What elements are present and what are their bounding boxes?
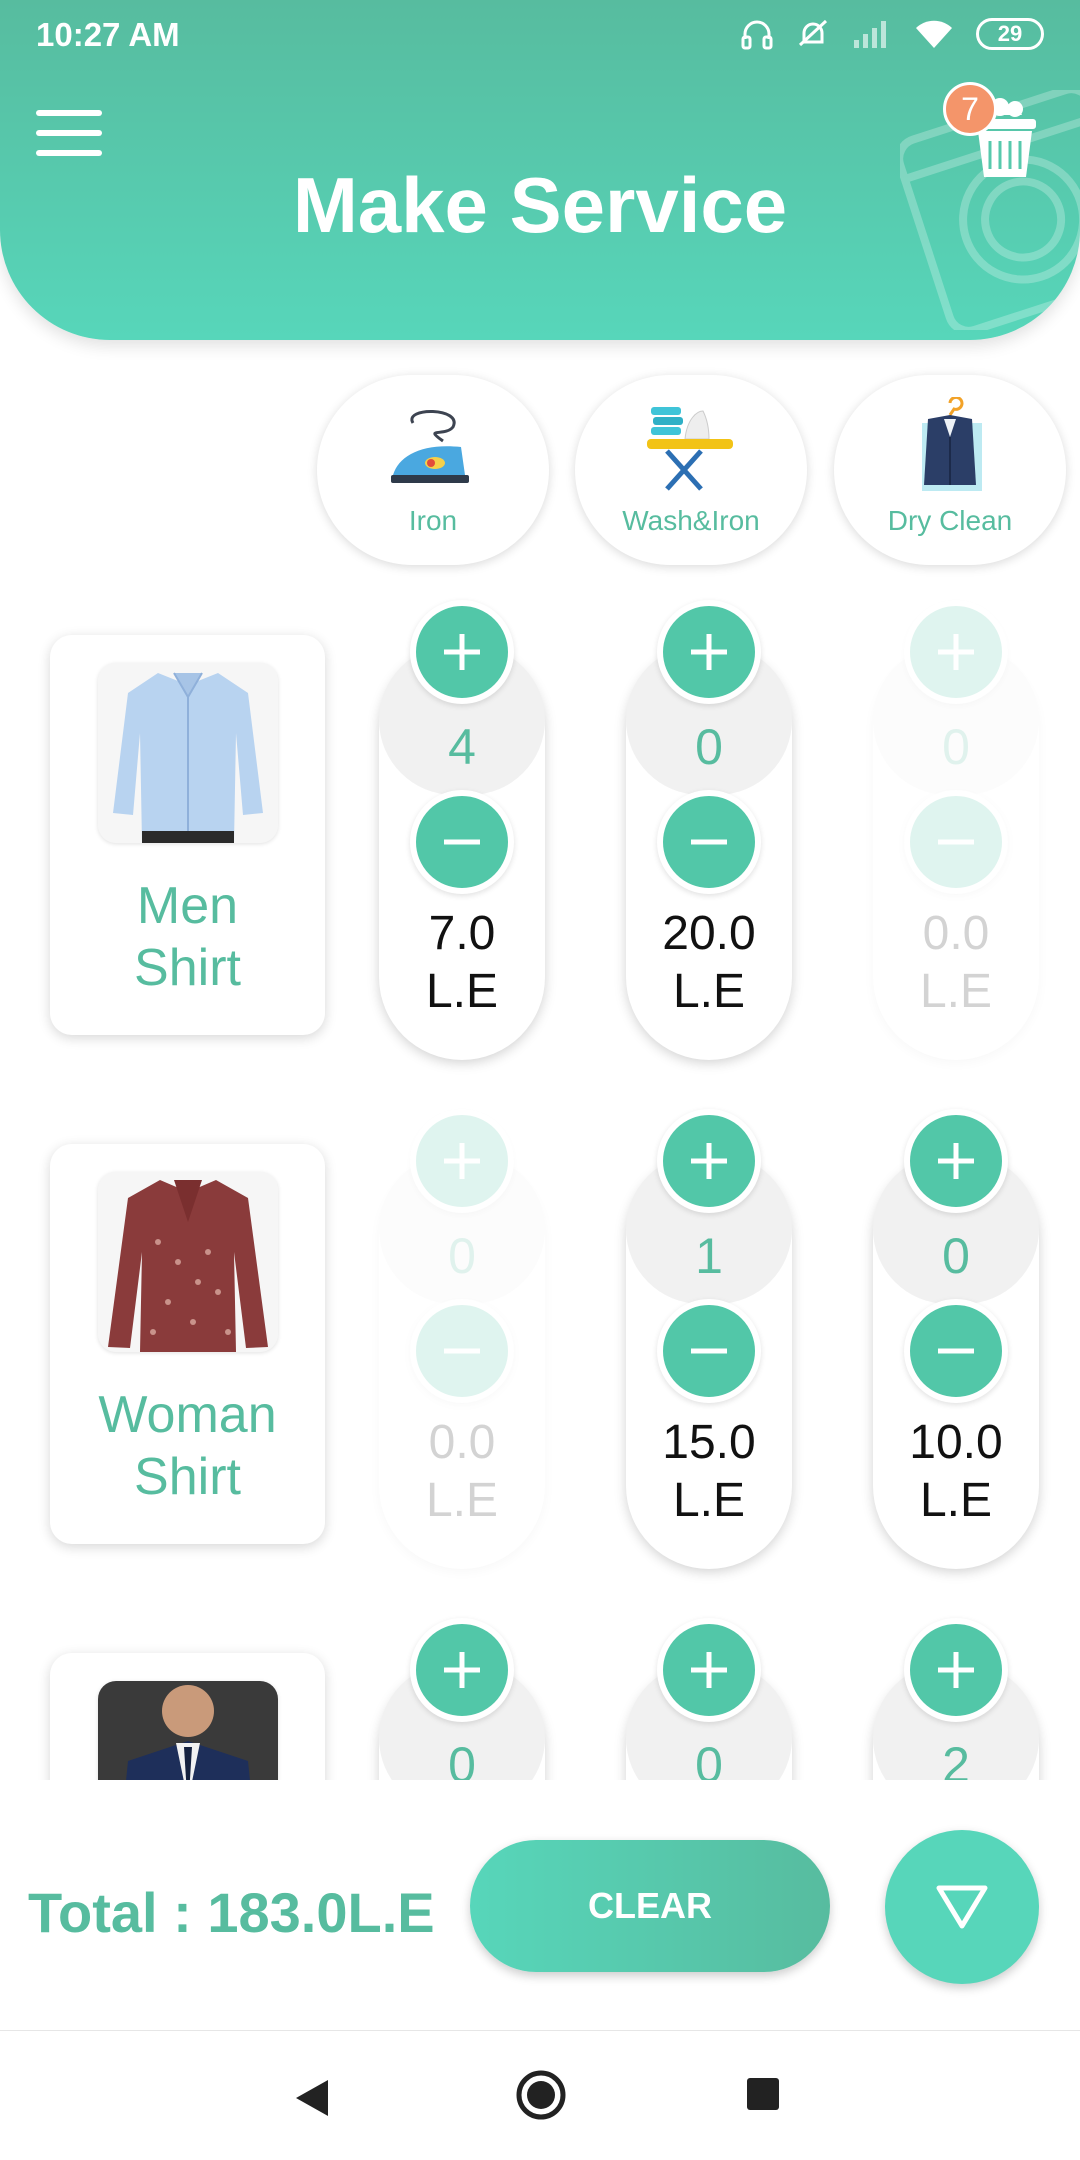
price-label: 20.0 L.E bbox=[662, 907, 756, 1018]
service-dry-clean[interactable]: Dry Clean bbox=[834, 375, 1066, 565]
wash-iron-icon bbox=[647, 407, 733, 491]
quantity-value: 0 bbox=[695, 719, 723, 775]
plus-icon bbox=[691, 634, 727, 670]
item-card-woman-shirt[interactable]: Woman Shirt bbox=[50, 1144, 325, 1544]
filter-button[interactable] bbox=[885, 1830, 1039, 1984]
decrement-button bbox=[410, 1299, 514, 1403]
service-label: Iron bbox=[408, 505, 458, 536]
item-card-men-shirt[interactable]: Men Shirt bbox=[50, 635, 325, 1035]
wifi-icon bbox=[916, 20, 952, 48]
price-label: 10.0 L.E bbox=[909, 1416, 1003, 1527]
increment-button[interactable] bbox=[410, 600, 514, 704]
quantity-value: 4 bbox=[448, 719, 476, 775]
qty-woman-shirt-dry-clean: 0 10.0 L.E bbox=[871, 1109, 1041, 1569]
dry-clean-icon bbox=[922, 397, 982, 491]
iron-icon bbox=[391, 409, 469, 483]
increment-button[interactable] bbox=[657, 1618, 761, 1722]
home-icon[interactable] bbox=[515, 2069, 567, 2121]
decrement-button bbox=[904, 790, 1008, 894]
increment-button bbox=[904, 600, 1008, 704]
quantity-value: 0 bbox=[942, 1228, 970, 1284]
back-icon[interactable] bbox=[292, 2076, 332, 2120]
item-name: Men Shirt bbox=[134, 877, 241, 997]
page-title: Make Service bbox=[292, 161, 788, 249]
qty-woman-shirt-wash-iron: 1 15.0 L.E bbox=[624, 1109, 794, 1569]
plus-icon bbox=[444, 1652, 480, 1688]
service-label: Wash&Iron bbox=[622, 505, 760, 536]
minus-icon bbox=[444, 1348, 480, 1354]
system-nav-bar bbox=[0, 2030, 1080, 2160]
quantity-value: 0 bbox=[942, 719, 970, 775]
plus-icon bbox=[938, 1143, 974, 1179]
plus-icon bbox=[444, 1143, 480, 1179]
qty-woman-shirt-iron: 0 0.0 L.E bbox=[377, 1109, 547, 1569]
recents-icon[interactable] bbox=[745, 2076, 781, 2112]
minus-icon bbox=[444, 839, 480, 845]
increment-button[interactable] bbox=[904, 1109, 1008, 1213]
qty-men-shirt-wash-iron: 0 20.0 L.E bbox=[624, 600, 794, 1060]
price-label: 0.0 L.E bbox=[919, 907, 993, 1018]
status-time: 10:27 AM bbox=[36, 16, 180, 53]
total-amount: Total : 183.0L.E bbox=[28, 1881, 435, 1944]
clear-button[interactable]: CLEAR bbox=[470, 1840, 830, 1972]
minus-icon bbox=[938, 1348, 974, 1354]
service-wash-iron[interactable]: Wash&Iron bbox=[575, 375, 807, 565]
minus-icon bbox=[938, 839, 974, 845]
decrement-button[interactable] bbox=[410, 790, 514, 894]
muted-bell-icon bbox=[798, 19, 828, 47]
service-label: Dry Clean bbox=[887, 505, 1013, 536]
qty-men-shirt-iron: 4 7.0 L.E bbox=[377, 600, 547, 1060]
minus-icon bbox=[691, 1348, 727, 1354]
triangle-down-icon bbox=[936, 1885, 988, 1929]
qty-men-shirt-dry-clean: 0 0.0 L.E bbox=[871, 600, 1041, 1060]
increment-button[interactable] bbox=[657, 1109, 761, 1213]
woman-shirt-image bbox=[98, 1172, 278, 1352]
decrement-button[interactable] bbox=[657, 1299, 761, 1403]
plus-icon bbox=[691, 1652, 727, 1688]
quantity-value: 1 bbox=[695, 1228, 723, 1284]
decrement-button[interactable] bbox=[904, 1299, 1008, 1403]
footer-bar: Total : 183.0L.E CLEAR bbox=[0, 1780, 1080, 2030]
plus-icon bbox=[938, 1652, 974, 1688]
increment-button[interactable] bbox=[410, 1618, 514, 1722]
increment-button[interactable] bbox=[904, 1618, 1008, 1722]
status-bar: 10:27 AM 29 bbox=[0, 0, 1080, 66]
plus-icon bbox=[938, 634, 974, 670]
app-header: 10:27 AM 29 Make Service bbox=[0, 0, 1080, 340]
status-icons: 29 bbox=[740, 12, 1044, 56]
cart-count-badge: 7 bbox=[943, 82, 997, 136]
item-name: Woman Shirt bbox=[98, 1386, 277, 1506]
price-label: 7.0 L.E bbox=[425, 907, 499, 1018]
plus-icon bbox=[691, 1143, 727, 1179]
quantity-value: 0 bbox=[448, 1228, 476, 1284]
plus-icon bbox=[444, 634, 480, 670]
service-iron[interactable]: Iron bbox=[317, 375, 549, 565]
increment-button bbox=[410, 1109, 514, 1213]
menu-icon[interactable] bbox=[36, 110, 102, 160]
decrement-button[interactable] bbox=[657, 790, 761, 894]
battery-indicator: 29 bbox=[976, 18, 1044, 50]
minus-icon bbox=[691, 839, 727, 845]
signal-icon bbox=[854, 21, 886, 48]
price-label: 15.0 L.E bbox=[662, 1416, 756, 1527]
increment-button[interactable] bbox=[657, 600, 761, 704]
men-shirt-image bbox=[98, 663, 278, 843]
price-label: 0.0 L.E bbox=[425, 1416, 499, 1527]
headphones-icon bbox=[741, 20, 773, 50]
